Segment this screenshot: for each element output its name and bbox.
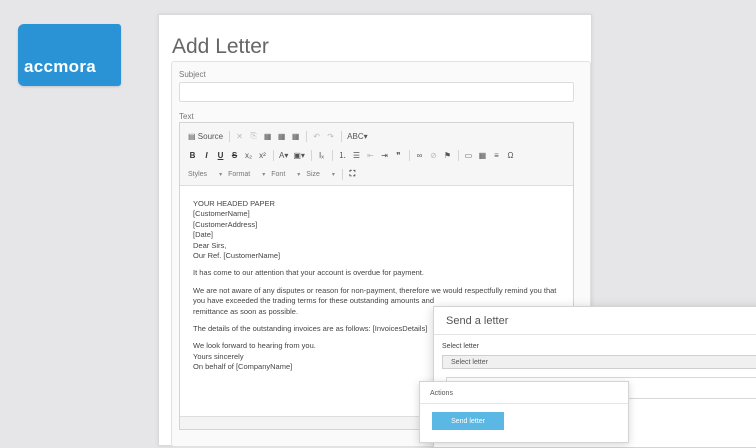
- outdent-icon[interactable]: ⇤: [366, 149, 375, 161]
- anchor-icon[interactable]: ⚑: [443, 149, 452, 161]
- size-combo[interactable]: Size ▾: [306, 168, 335, 180]
- source-icon[interactable]: ▤ Source: [188, 130, 223, 142]
- toolbar-separator: [457, 149, 459, 161]
- format-combo-label: Format: [228, 170, 251, 178]
- toolbar-separator: [408, 149, 410, 161]
- letter-line: Dear Sirs,: [193, 240, 227, 250]
- numbered-list-icon[interactable]: ⒈: [338, 149, 347, 161]
- remove-format-icon[interactable]: Iₓ: [317, 149, 326, 161]
- letter-line: [CustomerAddress]: [193, 219, 258, 229]
- styles-combo-label: Styles: [188, 170, 208, 178]
- cut-icon[interactable]: ✕: [235, 130, 244, 142]
- format-combo[interactable]: Format ▾: [228, 168, 265, 180]
- toolbar-separator: [306, 130, 308, 142]
- select-letter-dropdown[interactable]: Select letter: [442, 355, 756, 369]
- letter-text: We are not aware of any disputes or reas…: [193, 285, 557, 306]
- chevron-down-icon: ▾: [219, 171, 223, 178]
- hr-icon[interactable]: ≡: [492, 149, 501, 161]
- logo-text: accmora: [24, 57, 97, 76]
- accmora-logo: accmora: [18, 24, 121, 86]
- letter-line: [Date]: [193, 230, 214, 240]
- editor-toolbar: ▤ Source ✕ ⎘ ▦ ▦ ▦ ↶ ↷ ABC▾ B I U Sx₂ x² A▾ ▣▾ Iₓ ⒈ ☰ ⇤ ⇥ ❞ ∞…: [180, 123, 573, 186]
- toolbar-separator: [331, 149, 333, 161]
- send-letter-button[interactable]: Send letter: [432, 412, 504, 430]
- letter-line: [CustomerName]: [193, 209, 250, 219]
- table-icon[interactable]: ▦: [478, 149, 487, 161]
- superscript-icon[interactable]: x²: [258, 149, 267, 161]
- styles-combo[interactable]: Styles ▾: [188, 168, 222, 180]
- special-char-icon[interactable]: Ω: [506, 149, 515, 161]
- chevron-down-icon: ▾: [297, 171, 301, 178]
- letter-header-block: YOUR HEADED PAPER [CustomerName] [Custom…: [193, 199, 568, 261]
- subject-input[interactable]: [179, 82, 574, 102]
- toolbar-separator: [310, 149, 312, 161]
- bullet-list-icon[interactable]: ☰: [352, 149, 361, 161]
- image-icon[interactable]: ▭: [464, 149, 473, 161]
- strike-icon[interactable]: S: [230, 149, 239, 161]
- toolbar-separator: [341, 130, 343, 142]
- text-color-icon[interactable]: A▾: [279, 149, 288, 161]
- toolbar-row-1: ▤ Source ✕ ⎘ ▦ ▦ ▦ ↶ ↷ ABC▾: [188, 128, 373, 144]
- chevron-down-icon: ▾: [262, 171, 266, 178]
- subject-label: Subject: [179, 70, 206, 79]
- bg-color-icon[interactable]: ▣▾: [293, 149, 305, 161]
- chevron-down-icon: ▾: [331, 171, 335, 178]
- letter-text: remittance as soon as possible.: [193, 306, 299, 316]
- text-label: Text: [179, 112, 194, 121]
- font-combo-label: Font: [271, 170, 286, 178]
- divider: [420, 403, 628, 404]
- bold-icon[interactable]: B: [188, 149, 197, 161]
- font-combo[interactable]: Font ▾: [271, 168, 300, 180]
- page-title: Add Letter: [172, 35, 269, 58]
- redo-icon[interactable]: ↷: [326, 130, 335, 142]
- link-icon[interactable]: ∞: [415, 149, 424, 161]
- undo-icon[interactable]: ↶: [312, 130, 321, 142]
- toolbar-separator: [273, 149, 274, 161]
- unlink-icon[interactable]: ⊘: [429, 149, 438, 161]
- italic-icon[interactable]: I: [202, 149, 211, 161]
- spellcheck-icon[interactable]: ABC▾: [347, 130, 367, 142]
- select-letter-label: Select letter: [442, 343, 479, 350]
- blockquote-icon[interactable]: ❞: [394, 149, 403, 161]
- actions-title: Actions: [430, 390, 453, 397]
- actions-panel: Actions Send letter: [419, 381, 629, 443]
- divider: [434, 334, 756, 335]
- toolbar-row-2: B I U Sx₂ x² A▾ ▣▾ Iₓ ⒈ ☰ ⇤ ⇥ ❞ ∞ ⊘ ⚑ ▭ ▦ ≡ Ω: [188, 147, 520, 163]
- toolbar-row-3: Styles ▾ Format ▾ Font ▾ Size ▾ ⛶: [188, 166, 362, 182]
- paste-icon[interactable]: ▦: [263, 130, 272, 142]
- paste-word-icon[interactable]: ▦: [291, 130, 300, 142]
- maximize-icon[interactable]: ⛶: [348, 168, 357, 180]
- dialog-title: Send a letter: [446, 315, 509, 327]
- letter-line: Our Ref. [CustomerName]: [193, 251, 281, 261]
- paste-text-icon[interactable]: ▦: [277, 130, 286, 142]
- subscript-icon[interactable]: x₂: [244, 149, 253, 161]
- indent-icon[interactable]: ⇥: [380, 149, 389, 161]
- toolbar-separator: [229, 130, 231, 142]
- toolbar-separator: [341, 168, 343, 180]
- underline-icon[interactable]: U: [216, 149, 225, 161]
- letter-paragraph: It has come to our attention that your a…: [193, 268, 424, 278]
- size-combo-label: Size: [306, 170, 320, 178]
- copy-icon[interactable]: ⎘: [249, 130, 258, 142]
- letter-line: YOUR HEADED PAPER: [193, 199, 275, 208]
